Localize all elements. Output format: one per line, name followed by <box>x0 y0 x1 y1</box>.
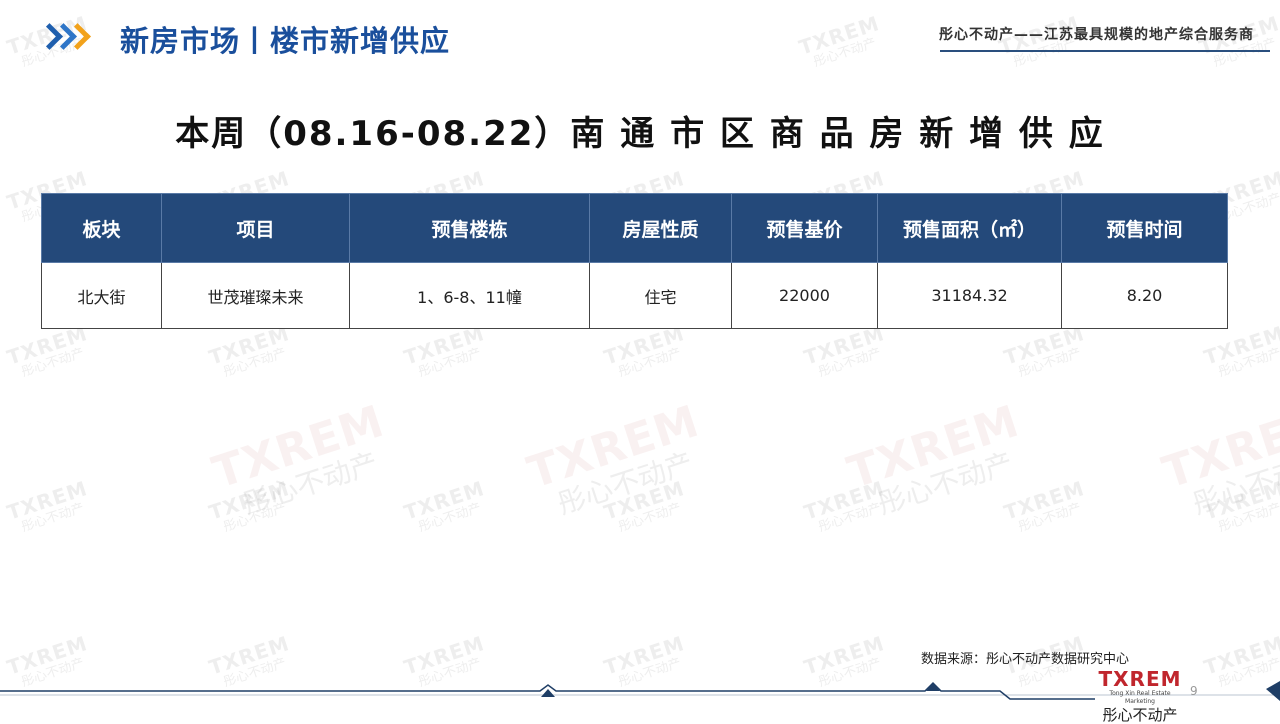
page-number: 9 <box>1190 684 1198 698</box>
table-cell: 22000 <box>731 262 878 329</box>
table-cell: 1、6-8、11幢 <box>349 262 590 329</box>
watermark: TXREM彤心不动产 <box>206 321 293 381</box>
watermark: TXREM彤心不动产 <box>1001 476 1088 536</box>
column-header: 房屋性质 <box>589 193 732 263</box>
table-cell: 住宅 <box>589 262 732 329</box>
column-header: 项目 <box>161 193 350 263</box>
column-header: 预售楼栋 <box>349 193 590 263</box>
watermark: TXREM彤心不动产 <box>401 321 488 381</box>
column-header: 预售面积（㎡） <box>877 193 1062 263</box>
watermark: TXREM彤心不动产 <box>1201 321 1280 381</box>
watermark: TXREM彤心不动产 <box>841 395 1026 521</box>
table-cell: 31184.32 <box>877 262 1062 329</box>
column-header: 板块 <box>41 193 162 263</box>
page-title: 本周（08.16-08.22）南 通 市 区 商 品 房 新 增 供 应 <box>175 114 1105 154</box>
watermark: TXREM彤心不动产 <box>401 476 488 536</box>
section-title: 新房市场丨楼市新增供应 <box>120 24 451 58</box>
column-header: 预售时间 <box>1061 193 1228 263</box>
table-header-row: 板块 项目 预售楼栋 房屋性质 预售基价 预售面积（㎡） 预售时间 <box>41 193 1228 263</box>
logo-subtitle: Tong Xin Real Estate Marketing <box>1109 690 1171 705</box>
watermark: TXREM彤心不动产 <box>1001 321 1088 381</box>
column-header: 预售基价 <box>731 193 878 263</box>
table-cell: 北大街 <box>41 262 162 329</box>
logo-wordmark: TXREM <box>1098 667 1182 691</box>
watermark: TXREM彤心不动产 <box>601 476 688 536</box>
header-divider <box>940 50 1270 52</box>
footer-decoration <box>0 681 1280 701</box>
watermark: TXREM彤心不动产 <box>1201 476 1280 536</box>
data-source-note: 数据来源：彤心不动产数据研究中心 <box>921 652 1130 667</box>
watermark: TXREM彤心不动产 <box>206 395 391 521</box>
chevrons-icon <box>36 23 100 54</box>
watermark: TXREM彤心不动产 <box>801 321 888 381</box>
logo-chinese-name: 彤心不动产 <box>1102 706 1178 724</box>
watermark: TXREM彤心不动产 <box>1156 395 1280 521</box>
company-tagline: 彤心不动产——江苏最具规模的地产综合服务商 <box>939 27 1254 43</box>
table-row: 北大街 世茂璀璨未来 1、6-8、11幢 住宅 22000 31184.32 8… <box>41 262 1228 329</box>
watermark: TXREM彤心不动产 <box>601 321 688 381</box>
watermark: TXREM彤心不动产 <box>4 476 91 536</box>
table-cell: 世茂璀璨未来 <box>161 262 350 329</box>
watermark: TXREM彤心不动产 <box>521 395 706 521</box>
table-cell: 8.20 <box>1061 262 1228 329</box>
company-logo: TXREM Tong Xin Real Estate Marketing 彤心不… <box>1095 668 1185 724</box>
watermark: TXREM彤心不动产 <box>206 476 293 536</box>
watermark: TXREM彤心不动产 <box>796 11 883 71</box>
watermark: TXREM彤心不动产 <box>4 321 91 381</box>
supply-table: 板块 项目 预售楼栋 房屋性质 预售基价 预售面积（㎡） 预售时间 北大街 世茂… <box>41 193 1228 329</box>
watermark: TXREM彤心不动产 <box>801 476 888 536</box>
